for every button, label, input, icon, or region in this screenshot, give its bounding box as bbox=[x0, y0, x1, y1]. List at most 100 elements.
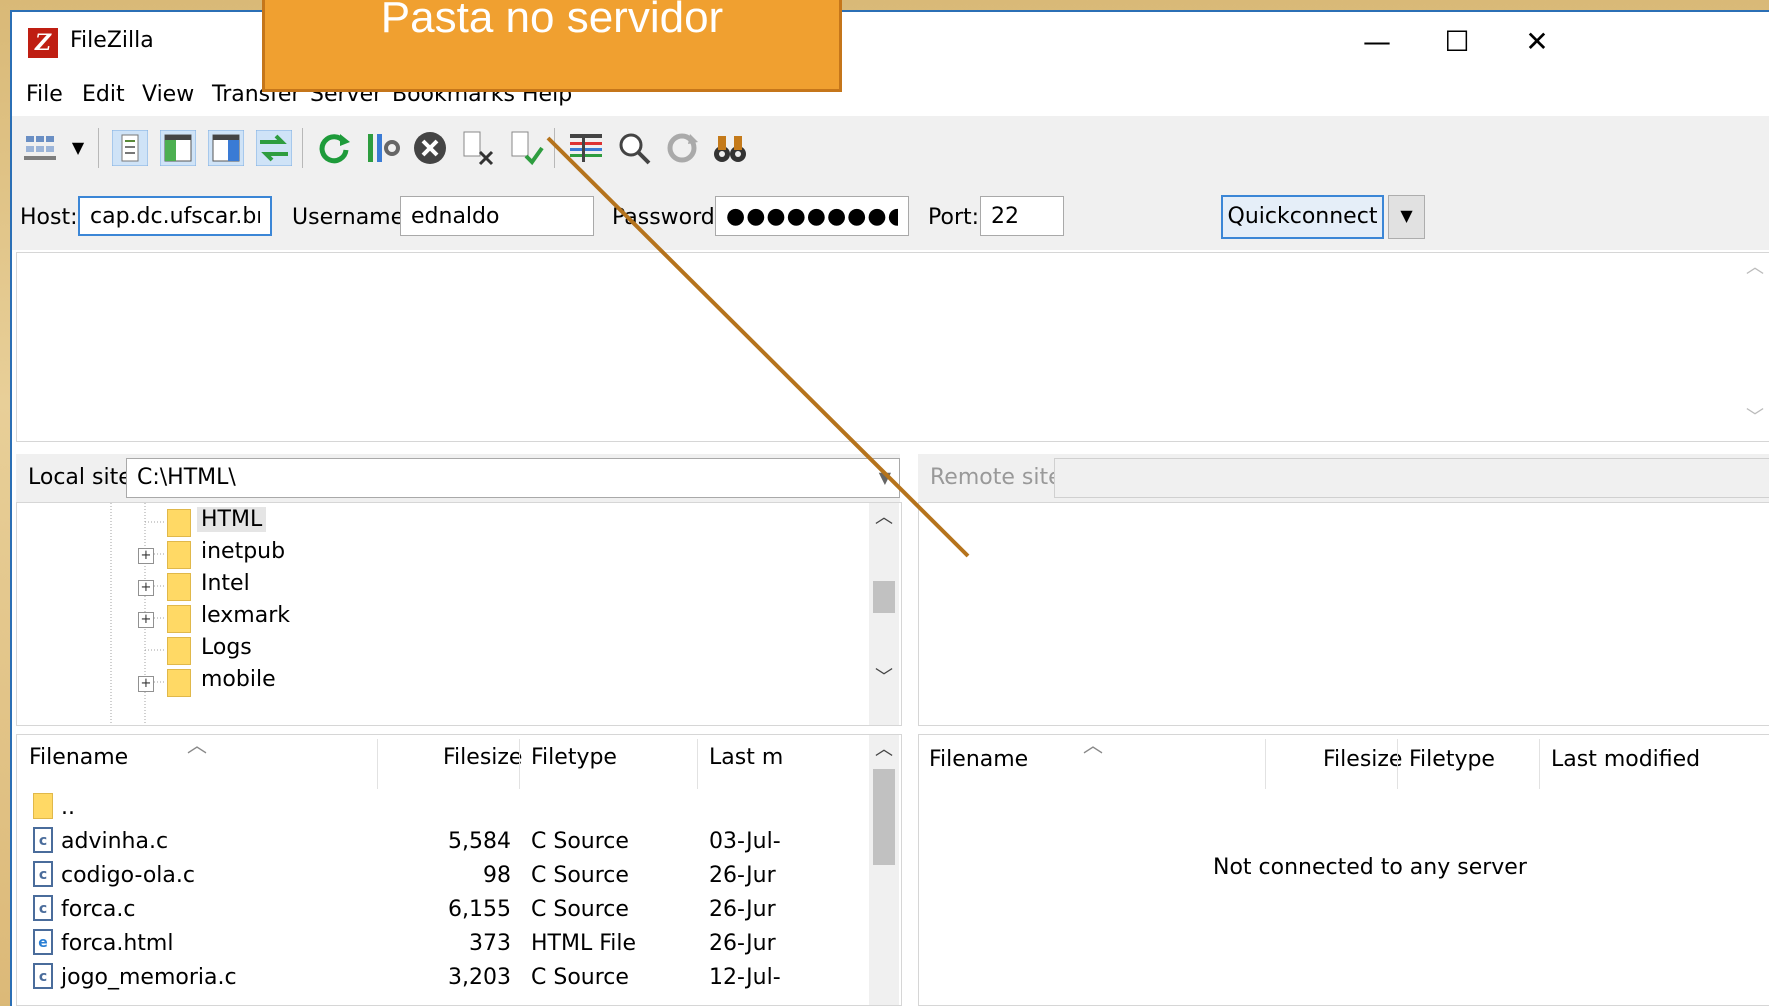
file-name: forca.html bbox=[61, 931, 174, 956]
column-filesize[interactable]: Filesize bbox=[443, 745, 522, 770]
toolbar: ▼ bbox=[12, 116, 1769, 177]
tree-item-label: HTML bbox=[197, 507, 267, 532]
menu-view[interactable]: View bbox=[142, 82, 194, 107]
column-filename[interactable]: Filename bbox=[29, 745, 128, 770]
host-label: Host: bbox=[20, 205, 78, 230]
column-filename[interactable]: Filename bbox=[929, 747, 1028, 772]
site-manager-icon[interactable] bbox=[22, 130, 58, 166]
remote-site-path[interactable] bbox=[1054, 458, 1769, 498]
c-source-file-icon: c bbox=[33, 827, 53, 853]
file-row[interactable]: c forca.c 6,155 C Source 26-Jur bbox=[17, 891, 901, 929]
password-input[interactable] bbox=[715, 196, 909, 236]
sort-ascending-icon: ︿ bbox=[187, 734, 207, 757]
toggle-log-icon[interactable] bbox=[112, 130, 148, 166]
log-scrollbar[interactable]: ︿ ﹀ bbox=[1740, 253, 1769, 441]
tree-item-lexmark[interactable]: lexmark bbox=[167, 601, 407, 635]
expand-plus-icon[interactable]: + bbox=[138, 548, 154, 564]
scroll-thumb[interactable] bbox=[873, 581, 895, 613]
expand-plus-icon[interactable]: + bbox=[138, 676, 154, 692]
file-row[interactable]: e forca.html 373 HTML File 26-Jur bbox=[17, 925, 901, 963]
scroll-down-arrow-icon[interactable]: ﹀ bbox=[869, 663, 899, 693]
username-input[interactable] bbox=[400, 196, 594, 236]
scroll-up-arrow-icon[interactable]: ︿ bbox=[869, 735, 899, 765]
scroll-down-arrow-icon[interactable]: ﹀ bbox=[1740, 403, 1769, 433]
column-filetype[interactable]: Filetype bbox=[1409, 747, 1495, 772]
search-binoculars-icon[interactable] bbox=[712, 130, 748, 166]
tree-item-label: lexmark bbox=[201, 603, 290, 628]
directory-compare-icon[interactable] bbox=[616, 130, 652, 166]
menu-edit[interactable]: Edit bbox=[82, 82, 125, 107]
remote-site-label: Remote site: bbox=[930, 465, 1070, 490]
file-row[interactable]: c jogo_memoria.c 3,203 C Source 12-Jul- bbox=[17, 959, 901, 997]
file-modified: 26-Jur bbox=[709, 931, 776, 956]
quickconnect-button[interactable]: Quickconnect bbox=[1221, 195, 1384, 239]
file-row[interactable]: c codigo-ola.c 98 C Source 26-Jur bbox=[17, 857, 901, 895]
c-source-file-icon: c bbox=[33, 861, 53, 887]
folder-icon bbox=[167, 669, 191, 697]
maximize-button[interactable]: ☐ bbox=[1422, 20, 1492, 64]
column-last-modified[interactable]: Last modified bbox=[1551, 747, 1700, 772]
cancel-icon[interactable] bbox=[412, 130, 448, 166]
tree-item-mobile[interactable]: mobile bbox=[167, 665, 407, 699]
local-file-list: ︿ Filename Filesize Filetype Last m .. c… bbox=[16, 734, 902, 1006]
process-queue-icon[interactable] bbox=[364, 130, 400, 166]
tree-scrollbar[interactable]: ︿ ﹀ bbox=[869, 503, 899, 725]
tree-item-label: inetpub bbox=[201, 539, 286, 564]
html-file-icon: e bbox=[33, 929, 53, 955]
quickconnect-history-dropdown[interactable]: ▼ bbox=[1388, 195, 1425, 239]
column-filetype[interactable]: Filetype bbox=[531, 745, 617, 770]
folder-icon bbox=[167, 605, 191, 633]
file-type: C Source bbox=[531, 897, 629, 922]
file-name: codigo-ola.c bbox=[61, 863, 195, 888]
file-type: HTML File bbox=[531, 931, 637, 956]
menu-file[interactable]: File bbox=[26, 82, 63, 107]
column-filesize[interactable]: Filesize bbox=[1323, 747, 1402, 772]
column-last-modified[interactable]: Last m bbox=[709, 745, 783, 770]
file-modified: 03-Jul- bbox=[709, 829, 781, 854]
annotation-callout: Pasta no servidor bbox=[262, 0, 842, 92]
folder-icon bbox=[167, 637, 191, 665]
reconnect-icon[interactable] bbox=[508, 130, 544, 166]
c-source-file-icon: c bbox=[33, 963, 53, 989]
chevron-down-icon[interactable]: ▼ bbox=[879, 459, 891, 497]
file-modified: 26-Jur bbox=[709, 897, 776, 922]
folder-icon bbox=[167, 509, 191, 537]
window-title: FileZilla bbox=[70, 28, 154, 53]
toggle-remote-tree-icon[interactable] bbox=[208, 130, 244, 166]
file-list-scrollbar[interactable]: ︿ bbox=[869, 735, 899, 1005]
tree-item-intel[interactable]: Intel bbox=[167, 569, 407, 603]
tree-item-html[interactable]: HTML bbox=[167, 505, 407, 539]
file-name: jogo_memoria.c bbox=[61, 965, 237, 990]
remote-directory-tree bbox=[918, 502, 1769, 726]
directory-filter-icon[interactable] bbox=[568, 130, 604, 166]
local-site-label: Local site: bbox=[28, 465, 140, 490]
disconnect-icon[interactable] bbox=[460, 130, 496, 166]
file-size: 98 bbox=[483, 863, 511, 888]
expand-plus-icon[interactable]: + bbox=[138, 612, 154, 628]
site-manager-dropdown-icon[interactable]: ▼ bbox=[68, 130, 88, 166]
filezilla-window: Z FileZilla — ☐ ✕ File Edit View Transfe… bbox=[10, 10, 1769, 1006]
file-row-parent[interactable]: .. bbox=[17, 789, 901, 827]
scroll-up-arrow-icon[interactable]: ︿ bbox=[1740, 253, 1769, 283]
local-site-path[interactable]: C:\HTML\ ▼ bbox=[126, 458, 900, 498]
local-directory-tree: HTML + inetpub + Intel + lexmark Logs + … bbox=[16, 502, 902, 726]
file-row[interactable]: c advinha.c 5,584 C Source 03-Jul- bbox=[17, 823, 901, 861]
remote-file-list: ︿ Filename Filesize Filetype Last modifi… bbox=[918, 734, 1769, 1006]
refresh-icon[interactable] bbox=[316, 130, 352, 166]
file-size: 6,155 bbox=[448, 897, 511, 922]
tree-item-inetpub[interactable]: inetpub bbox=[167, 537, 407, 571]
toggle-transfer-queue-icon[interactable] bbox=[256, 130, 292, 166]
folder-icon bbox=[167, 541, 191, 569]
close-button[interactable]: ✕ bbox=[1502, 20, 1572, 64]
callout-text: Pasta no servidor bbox=[380, 0, 724, 42]
host-input[interactable] bbox=[78, 196, 272, 236]
port-input[interactable] bbox=[980, 196, 1064, 236]
synchronized-browsing-icon[interactable] bbox=[664, 130, 700, 166]
toggle-local-tree-icon[interactable] bbox=[160, 130, 196, 166]
scroll-thumb[interactable] bbox=[873, 769, 895, 865]
scroll-up-arrow-icon[interactable]: ︿ bbox=[869, 503, 899, 533]
tree-item-logs[interactable]: Logs bbox=[167, 633, 407, 667]
file-size: 3,203 bbox=[448, 965, 511, 990]
minimize-button[interactable]: — bbox=[1342, 20, 1412, 64]
expand-plus-icon[interactable]: + bbox=[138, 580, 154, 596]
